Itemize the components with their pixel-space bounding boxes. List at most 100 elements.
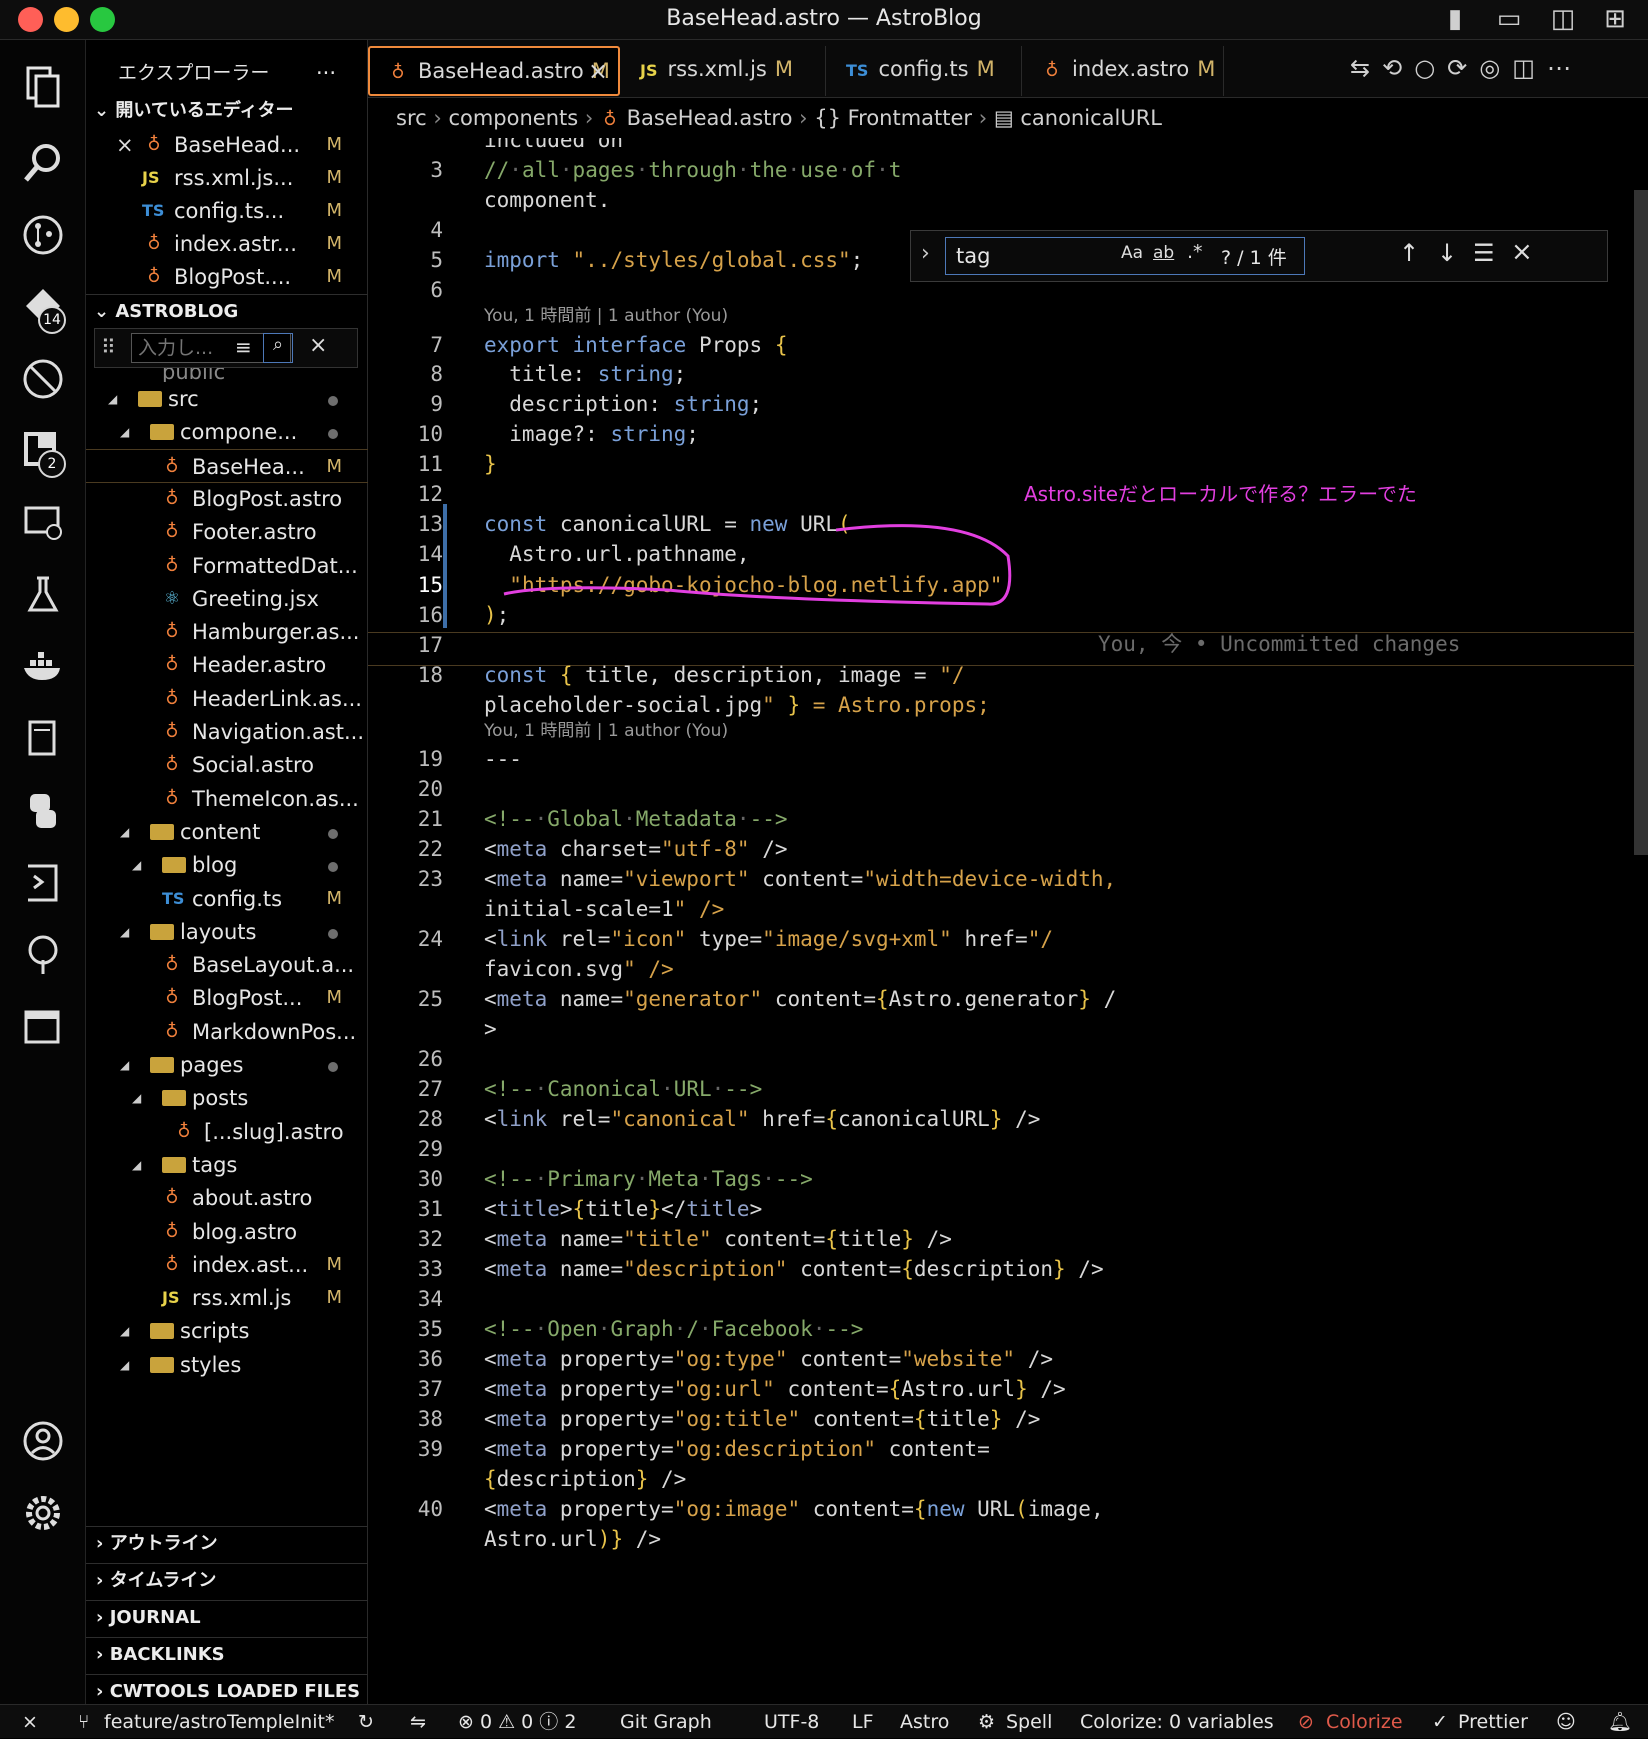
open-editor-item[interactable]: TS config.ts... M	[86, 194, 368, 228]
expand-chevron-icon[interactable]: ◢	[108, 382, 117, 416]
sidebar-section-header[interactable]: › CWTOOLS LOADED FILES	[86, 1674, 368, 1708]
calendar-icon[interactable]	[12, 996, 74, 1058]
editor-tab[interactable]: ♁ BaseHead.astro M ×	[368, 46, 620, 96]
open-editor-item[interactable]: ♁ BlogPost.... M	[86, 260, 368, 294]
next-match-icon[interactable]: ↓	[1437, 239, 1457, 267]
encoding-status[interactable]: UTF-8	[764, 1705, 819, 1739]
tree-folder[interactable]: ◢ content	[86, 815, 368, 849]
blame-line-7[interactable]: You, 1 時間前 | 1 author (You)	[484, 301, 728, 326]
tree-icon[interactable]	[12, 924, 74, 986]
tree-folder[interactable]: ◢ layouts	[86, 915, 368, 949]
expand-chevron-icon[interactable]: ◢	[132, 1148, 141, 1182]
sidebar-section-header[interactable]: › タイムライン	[86, 1563, 368, 1597]
editor-scrollbar[interactable]	[1634, 190, 1648, 855]
account-icon[interactable]	[12, 1410, 74, 1472]
git-graph-status[interactable]: Git Graph	[620, 1705, 712, 1739]
remote-explorer-icon[interactable]	[12, 492, 74, 554]
expand-chevron-icon[interactable]: ◢	[132, 1081, 141, 1115]
filter-icon[interactable]: ≡	[235, 335, 252, 359]
tree-folder[interactable]: ◢ compone...	[86, 415, 368, 449]
sync-icon[interactable]: ↻	[358, 1705, 374, 1739]
feedback-icon[interactable]: ☺	[1556, 1705, 1576, 1739]
eol-status[interactable]: LF	[852, 1705, 874, 1739]
tree-file[interactable]: TS config.ts M	[86, 882, 368, 916]
breadcrumb-frontmatter[interactable]: {} Frontmatter	[814, 106, 972, 130]
expand-chevron-icon[interactable]: ◢	[120, 915, 129, 949]
tree-file[interactable]: ♁ index.ast... M	[86, 1248, 368, 1282]
remote-indicator-icon[interactable]: ⨯	[22, 1705, 38, 1739]
tree-file[interactable]: ⚛ Greeting.jsx	[86, 582, 368, 616]
tree-file[interactable]: ♁ Navigation.ast...	[86, 715, 368, 749]
python-icon[interactable]	[12, 780, 74, 842]
tree-file[interactable]: ♁ BlogPost... M	[86, 981, 368, 1015]
match-word-toggle[interactable]: ab	[1153, 243, 1174, 263]
editor-tab[interactable]: ♁ index.astro M	[1024, 46, 1224, 96]
colorize-status[interactable]: Colorize	[1326, 1705, 1403, 1739]
prettier-status[interactable]: Prettier	[1458, 1705, 1528, 1739]
tree-folder[interactable]: ◢ tags	[86, 1148, 368, 1182]
testing-icon[interactable]	[12, 564, 74, 626]
extensions-icon[interactable]: 2	[12, 420, 74, 482]
expand-chevron-icon[interactable]: ◢	[132, 848, 141, 882]
breadcrumb-src[interactable]: src	[396, 106, 427, 130]
tree-file[interactable]: ♁ FormattedDat...	[86, 549, 368, 583]
code-editor[interactable]: included on 3 //·all·pages·through·the·use…	[368, 138, 1648, 1704]
notifications-bell-icon[interactable]: 🔔︎	[1608, 1705, 1632, 1739]
notebook-icon[interactable]	[12, 708, 74, 770]
tree-file[interactable]: ♁ BaseLayout.a...	[86, 948, 368, 982]
git-graph-icon[interactable]: 14	[12, 276, 74, 338]
tree-folder[interactable]: ◢ posts	[86, 1081, 368, 1115]
find-in-selection-icon[interactable]: ☰	[1473, 239, 1495, 267]
split-editor-icon[interactable]: ◫	[1512, 54, 1547, 82]
tree-folder[interactable]: ◢ src	[86, 382, 368, 416]
tree-folder[interactable]: ◢ scripts	[86, 1314, 368, 1348]
colorize-variables-status[interactable]: Colorize: 0 variables	[1080, 1705, 1274, 1739]
commit-icon[interactable]: ○	[1414, 54, 1447, 82]
tree-file[interactable]: ♁ HeaderLink.as...	[86, 682, 368, 716]
customize-layout-icon[interactable]: ⊞	[1600, 4, 1630, 34]
docker-icon[interactable]	[12, 636, 74, 698]
open-editor-item[interactable]: JS rss.xml.js... M	[86, 161, 368, 195]
expand-chevron-icon[interactable]: ◢	[120, 415, 129, 449]
settings-gear-icon[interactable]	[12, 1482, 74, 1544]
toggle-panel-icon[interactable]: ▭	[1494, 4, 1524, 34]
go-back-icon[interactable]: ⟲	[1382, 54, 1414, 82]
tree-file[interactable]: ♁ Hamburger.as...	[86, 615, 368, 649]
expand-chevron-icon[interactable]: ◢	[120, 1048, 129, 1082]
expand-chevron-icon[interactable]: ◢	[120, 1314, 129, 1348]
match-case-toggle[interactable]: Aa	[1121, 243, 1143, 263]
open-editors-header[interactable]: ⌄ 開いているエディター	[86, 94, 368, 128]
tree-folder[interactable]: ◢ styles	[86, 1348, 368, 1382]
tree-file[interactable]: JS rss.xml.js M	[86, 1281, 368, 1315]
breadcrumb-symbol[interactable]: canonicalURL	[1020, 106, 1162, 130]
source-control-icon[interactable]	[12, 204, 74, 266]
drag-handle-icon[interactable]: ⠿	[101, 335, 116, 359]
preview-icon[interactable]: ◎	[1479, 54, 1512, 82]
sidebar-section-header[interactable]: › アウトライン	[86, 1526, 368, 1560]
sidebar-section-header[interactable]: › BACKLINKS	[86, 1637, 368, 1671]
regex-toggle[interactable]: .*	[1187, 241, 1203, 263]
editor-tab[interactable]: JS rss.xml.js M	[622, 46, 826, 96]
editor-tab[interactable]: TS config.ts M	[828, 46, 1022, 96]
fuzzy-match-icon[interactable]: ⌕	[263, 333, 293, 363]
blame-line-19[interactable]: You, 1 時間前 | 1 author (You)	[484, 716, 728, 741]
tree-file[interactable]: ♁ BaseHea... M	[86, 448, 368, 483]
tree-file[interactable]: ♁ blog.astro	[86, 1215, 368, 1249]
toggle-replace-icon[interactable]: ›	[921, 241, 930, 266]
expand-chevron-icon[interactable]: ◢	[120, 815, 129, 849]
tree-file[interactable]: ♁ about.astro	[86, 1181, 368, 1215]
close-tab-icon[interactable]: ×	[588, 48, 608, 94]
tree-file[interactable]: ♁ Header.astro	[86, 648, 368, 682]
tree-file[interactable]: ♁ Footer.astro	[86, 515, 368, 549]
tree-file[interactable]: ♁ MarkdownPos...	[86, 1015, 368, 1049]
git-compare-icon[interactable]: ⇋	[410, 1705, 426, 1739]
tree-file[interactable]: ♁ [...slug].astro	[86, 1115, 368, 1149]
breadcrumb-file[interactable]: BaseHead.astro	[627, 106, 793, 130]
search-icon[interactable]	[12, 132, 74, 194]
tree-file[interactable]: ♁ BlogPost.astro	[86, 482, 368, 516]
sidebar-section-header[interactable]: › JOURNAL	[86, 1600, 368, 1634]
astroblog-header[interactable]: ⌄ ASTROBLOG	[86, 294, 368, 328]
open-editor-item[interactable]: ♁ index.astr... M	[86, 227, 368, 261]
spell-status[interactable]: Spell	[1006, 1705, 1052, 1739]
tree-folder[interactable]: ◢ blog	[86, 848, 368, 882]
